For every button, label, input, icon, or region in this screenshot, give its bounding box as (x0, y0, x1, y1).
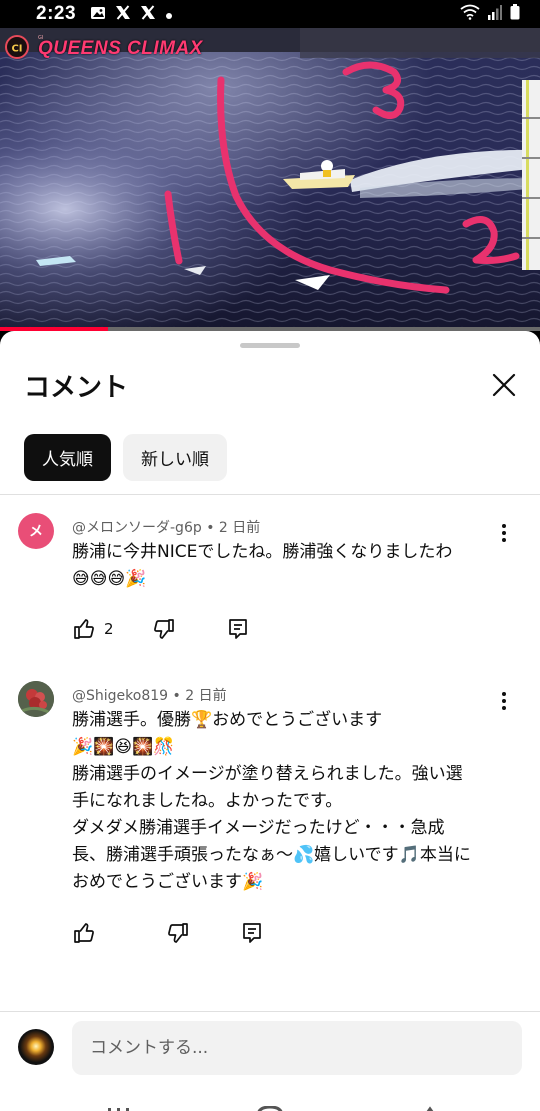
dislike-button[interactable] (152, 617, 176, 641)
reply-icon (243, 923, 261, 943)
comment-input[interactable] (72, 1021, 522, 1075)
comment-line: 長、勝浦選手頑張ったなぁ〜💦嬉しいです🎵本当に (72, 845, 471, 865)
sort-chip-newest[interactable]: 新しい順 (123, 434, 227, 481)
sheet-title: コメント (24, 373, 129, 403)
comment-author[interactable]: @メロンソーダ-g6p (72, 520, 202, 536)
comment-actions: 2 (72, 617, 250, 641)
dislike-button[interactable] (166, 921, 190, 945)
comment-text: 勝浦選手。優勝🏆おめでとうございます 🎉🎇😆🎇🎊 勝浦選手のイメージが塗り替えら… (72, 707, 512, 896)
sort-chip-top[interactable]: 人気順 (24, 434, 111, 481)
video-player[interactable]: CI GI QUEENS CLIMAX (0, 28, 540, 330)
comment-line: 勝浦選手のイメージが塗り替えられました。強い選 (72, 764, 463, 784)
comment-time: 2 日前 (218, 520, 261, 536)
avatar-letter: メ (29, 524, 43, 540)
reply-button[interactable] (240, 921, 264, 945)
system-navigation-bar (0, 1101, 540, 1111)
comment-line: 勝浦に今井NICEでしたね。勝浦強くなりましたわ (72, 542, 453, 562)
like-count: 2 (104, 620, 114, 638)
comment-time: 2 日前 (185, 688, 227, 704)
thumbs-down-icon (153, 619, 174, 639)
current-user-avatar[interactable] (18, 1029, 54, 1065)
sort-chips: 人気順 新しい順 (24, 434, 227, 481)
avatar[interactable]: メ (18, 513, 54, 549)
status-bar: 2:23 (0, 0, 540, 28)
flower-avatar-image (18, 681, 54, 717)
comment-line: 手になれましたね。よかったです。 (72, 791, 343, 811)
comment-text: 勝浦に今井NICEでしたね。勝浦強くなりましたわ 😅😅😅🎉 (72, 539, 512, 593)
comment-line: 😅😅😅🎉 (72, 569, 147, 589)
home-icon[interactable] (257, 1105, 283, 1111)
divider (0, 494, 540, 495)
sheet-drag-handle[interactable] (240, 343, 300, 348)
divider (0, 1011, 540, 1012)
reply-button[interactable] (226, 617, 250, 641)
video-frame: CI GI (0, 28, 540, 330)
x-icon (115, 4, 131, 24)
comment-line: 勝浦選手。優勝🏆おめでとうございます (72, 710, 383, 730)
close-button[interactable] (486, 367, 522, 403)
comment-line: おめでとうございます🎉 (72, 872, 264, 892)
image-icon (90, 5, 106, 24)
like-button[interactable]: 2 (72, 617, 114, 641)
close-icon (492, 373, 516, 397)
thumbs-up-icon (74, 923, 94, 943)
comments-sheet: コメント 人気順 新しい順 メ @メロンソーダ-g6p • 2 日前 勝浦に今井… (0, 331, 540, 1111)
comment-meta: @Shigeko819 • 2 日前 (72, 688, 227, 704)
comment-line: ダメダメ勝浦選手イメージだったけど・・・急成 (72, 818, 445, 838)
comment-meta: @メロンソーダ-g6p • 2 日前 (72, 520, 261, 536)
dot-icon (165, 5, 173, 24)
comment-actions (72, 921, 264, 945)
comment-author[interactable]: @Shigeko819 (72, 688, 168, 704)
battery-icon (510, 4, 520, 24)
thumbs-down-icon (168, 923, 188, 943)
signal-icon (488, 4, 502, 24)
video-watermark: QUEENS CLIMAX (38, 38, 203, 59)
comment-line: 🎉🎇😆🎇🎊 (72, 737, 175, 757)
like-button[interactable] (72, 921, 104, 945)
reply-icon (228, 619, 247, 639)
svg-text:CI: CI (11, 44, 22, 55)
avatar[interactable] (18, 681, 54, 717)
wifi-icon (460, 4, 480, 24)
clock: 2:23 (36, 3, 77, 24)
thumbs-up-icon (74, 619, 94, 639)
x-icon (140, 4, 156, 24)
